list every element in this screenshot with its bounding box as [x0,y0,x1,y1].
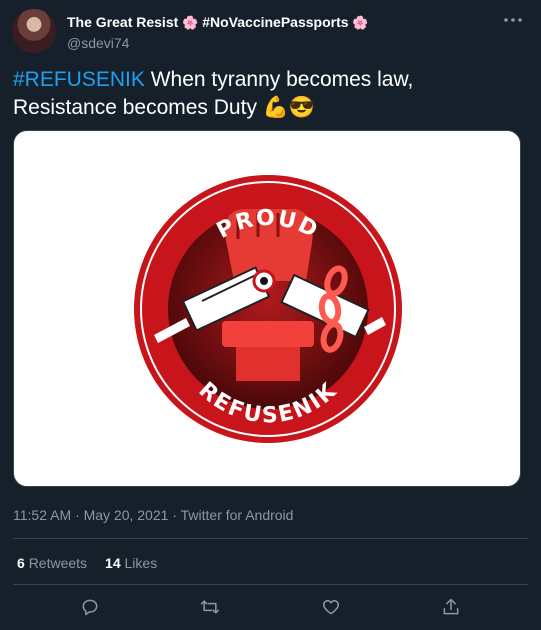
retweets-count: 6 [17,555,25,571]
tweet-image[interactable]: PROUD REFUSENIK [13,130,521,487]
engagement-stats: 6 Retweets 14 Likes [17,555,157,571]
tweet-time[interactable]: 11:52 AM [13,507,71,523]
reply-button[interactable] [79,596,101,618]
author-handle[interactable]: @sdevi74 [67,35,369,51]
share-icon [443,598,459,615]
flower-emoji: 🌸 [352,15,369,30]
author-name-block: The Great Resist 🌸 #NoVaccinePassports 🌸… [67,14,369,51]
meta-separator: · [172,507,177,523]
likes-stat[interactable]: 14 Likes [105,555,157,571]
tweet-metadata: 11:52 AM · May 20, 2021 · Twitter for An… [13,507,293,523]
tweet-emojis: 💪😎 [262,96,316,119]
tweet-actions-bar [0,594,541,620]
meta-separator: · [75,507,80,523]
likes-count: 14 [105,555,121,571]
proud-refusenik-logo: PROUD REFUSENIK [134,175,402,443]
author-display-name[interactable]: The Great Resist 🌸 #NoVaccinePassports 🌸 [67,14,369,31]
retweets-stat[interactable]: 6 Retweets [17,555,87,571]
display-name-text: The Great Resist [67,14,179,30]
hashtag-link[interactable]: #REFUSENIK [13,68,145,91]
reply-icon [82,599,98,616]
more-options-button[interactable] [503,10,523,30]
logo-cuff [222,321,314,347]
retweet-button[interactable] [199,596,221,618]
tweet-source[interactable]: Twitter for Android [181,507,294,523]
display-name-tag: #NoVaccinePassports [202,14,349,30]
like-icon [322,600,339,615]
retweet-icon [201,600,220,614]
divider [13,538,528,539]
share-button[interactable] [440,596,462,618]
flower-emoji: 🌸 [182,15,199,30]
tweet-date[interactable]: May 20, 2021 [84,507,169,523]
divider [13,584,528,585]
more-dots-icon [504,18,522,22]
author-avatar[interactable] [12,9,56,53]
likes-label: Likes [124,555,158,571]
like-button[interactable] [320,596,342,618]
tweet-text: #REFUSENIK When tyranny becomes law, Res… [13,66,513,122]
retweets-label: Retweets [28,555,88,571]
